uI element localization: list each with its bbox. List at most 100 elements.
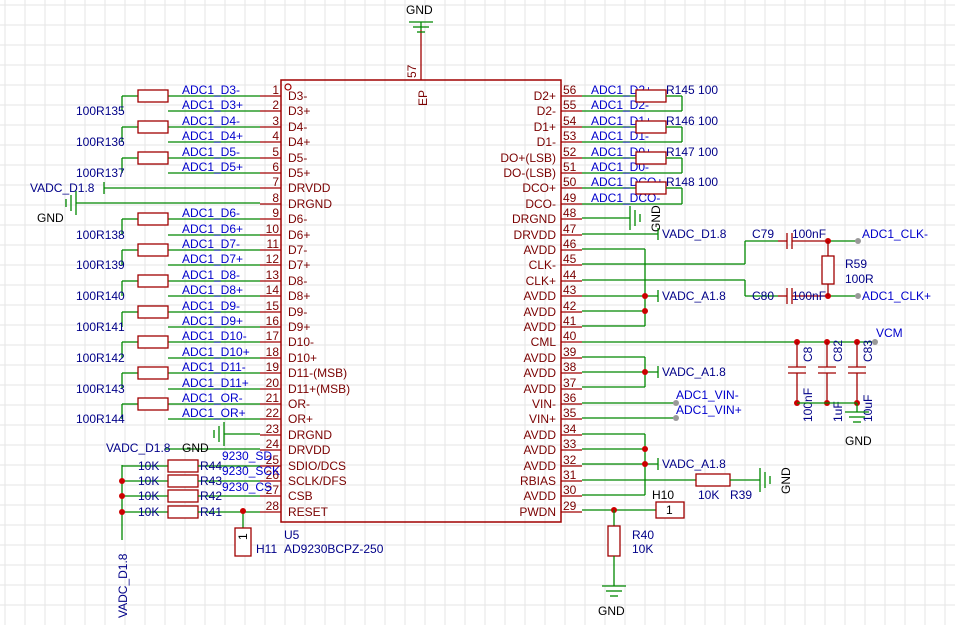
vadc-d18-label-left: VADC_D1.8 (30, 181, 95, 195)
gnd-label-pin48: GND (649, 205, 663, 232)
left-net-label: ADC1_D3- (182, 83, 240, 97)
left-pin-number: 3 (272, 114, 279, 128)
cml-capacitor-bank: C8 100nF C82 1uF C83 10uF (788, 340, 875, 422)
termination-resistor (137, 243, 169, 257)
c80-ref: C80 (752, 289, 774, 303)
right-pin-number: 55 (563, 98, 577, 112)
right-pin-number: 47 (563, 222, 577, 236)
left-pin-name: D6+ (288, 228, 310, 242)
left-pin-name: RESET (288, 505, 329, 519)
right-pin-number: 39 (563, 345, 577, 359)
clk-minus-label: ADC1_CLK- (862, 227, 928, 241)
r39-value: 10K (698, 488, 719, 502)
right-pin-name: AVDD (524, 289, 557, 303)
r59-ref: R59 (845, 257, 867, 271)
left-pin-number: 28 (266, 499, 280, 513)
pullup-value: 10K (138, 505, 159, 519)
left-pin-name: OR- (288, 397, 310, 411)
left-pin-number: 16 (266, 314, 280, 328)
right-pin-name: AVDD (524, 366, 557, 380)
r59-value: 100R (845, 272, 874, 286)
ic-value: AD9230BCPZ-250 (284, 542, 384, 556)
left-net-label: ADC1_D10+ (182, 345, 250, 359)
resistor-label: 100R142 (76, 351, 125, 365)
left-net-label: ADC1_D10- (182, 329, 247, 343)
left-pin-name: D4- (288, 120, 307, 134)
clk-plus-port[interactable] (855, 293, 861, 299)
right-pin-name: DO+(LSB) (500, 151, 556, 165)
gnd-label-top: GND (406, 3, 433, 17)
resistor-label: 100R139 (76, 258, 125, 272)
gnd-label-r40: GND (598, 604, 625, 618)
cap-ref: C83 (861, 340, 875, 362)
right-pin-number: 52 (563, 145, 577, 159)
left-pin-number: 5 (272, 145, 279, 159)
right-pin-number: 32 (563, 453, 577, 467)
junction-avdd32 (642, 461, 648, 467)
termination-resistor (137, 89, 169, 103)
left-pin-number: 12 (266, 252, 280, 266)
resistor-label: 100R138 (76, 228, 125, 242)
right-pin-name: VIN- (532, 397, 556, 411)
left-net-label: ADC1_OR- (182, 391, 243, 405)
left-pin-name: CSB (288, 489, 313, 503)
left-pin-name: DRVDD (288, 443, 331, 457)
termination-resistor (137, 151, 169, 165)
resistor-label: 100R143 (76, 382, 125, 396)
left-pin-name: D10+ (288, 351, 317, 365)
resistor-label: R145 100 (666, 83, 718, 97)
left-pin-name: SDIO/DCS (288, 459, 346, 473)
right-pin-number: 46 (563, 237, 577, 251)
resistor-label: R147 100 (666, 145, 718, 159)
pullup-junction (119, 509, 125, 515)
termination-resistor (137, 274, 169, 288)
right-net-labels: ADC1_D2+ADC1_D2-ADC1_D1+ADC1_D1-ADC1_D0+… (582, 83, 718, 205)
sclk-net-label: 9230_SCK (222, 464, 280, 478)
ep-pin-name: EP (416, 90, 430, 106)
left-net-label: ADC1_D3+ (182, 98, 243, 112)
clk-minus-port[interactable] (855, 238, 861, 244)
resistor-label: R148 100 (666, 175, 718, 189)
left-pin-name: D4+ (288, 135, 310, 149)
left-net-label: ADC1_D7+ (182, 252, 243, 266)
left-net-label: ADC1_OR+ (182, 406, 246, 420)
c80-value: 100nF (792, 289, 826, 303)
termination-resistor (137, 305, 169, 319)
left-net-label: ADC1_D4+ (182, 129, 243, 143)
left-pin-number: 7 (272, 175, 279, 189)
right-pin-number: 44 (563, 268, 577, 282)
right-pin-number: 36 (563, 391, 577, 405)
left-net-label: ADC1_D7- (182, 237, 240, 251)
left-pin-name: DRGND (288, 197, 332, 211)
pullup-resistor (167, 505, 199, 519)
left-pin-name: D11-(MSB) (288, 366, 347, 380)
left-net-label: ADC1_D6+ (182, 222, 243, 236)
left-pin-name: D6- (288, 212, 307, 226)
left-pin-name: D8- (288, 274, 307, 288)
right-pin-name: RBIAS (520, 474, 556, 488)
left-pin-number: 9 (272, 206, 279, 220)
left-pin-name: SCLK/DFS (288, 474, 347, 488)
termination-resistor (635, 120, 667, 134)
left-pin-number: 6 (272, 160, 279, 174)
left-pin-name: D7- (288, 243, 307, 257)
right-pin-number: 35 (563, 406, 577, 420)
right-pin-number: 31 (563, 468, 577, 482)
right-pin-number: 30 (563, 483, 577, 497)
left-net-label: ADC1_D11+ (182, 376, 249, 390)
left-pins: 1 D3- 2 D3+ 3 D4- 4 D4+ 5 D5- 6 D5+ 7 DRVDD 8 DRGND 9 D6-… (260, 83, 350, 519)
schematic: U5 AD9230BCPZ-250 57 EP GND 1 D3-2 D3+3 D4-… (0, 0, 955, 625)
vadc-a18-label-1: VADC_A1.8 (662, 289, 726, 303)
left-pin-number: 2 (272, 98, 279, 112)
right-pin-name: D1+ (534, 120, 556, 134)
left-pin-number: 15 (266, 299, 280, 313)
right-pin-number: 29 (563, 499, 577, 513)
left-pin-name: D10- (288, 335, 314, 349)
left-pin-name: D5- (288, 151, 307, 165)
right-pin-number: 48 (563, 206, 577, 220)
r39-resistor (695, 473, 731, 487)
ground-symbol-pin48 (629, 206, 641, 230)
right-pin-number: 50 (563, 175, 577, 189)
left-pin-number: 1 (272, 83, 279, 97)
left-net-label: ADC1_D6- (182, 206, 240, 220)
